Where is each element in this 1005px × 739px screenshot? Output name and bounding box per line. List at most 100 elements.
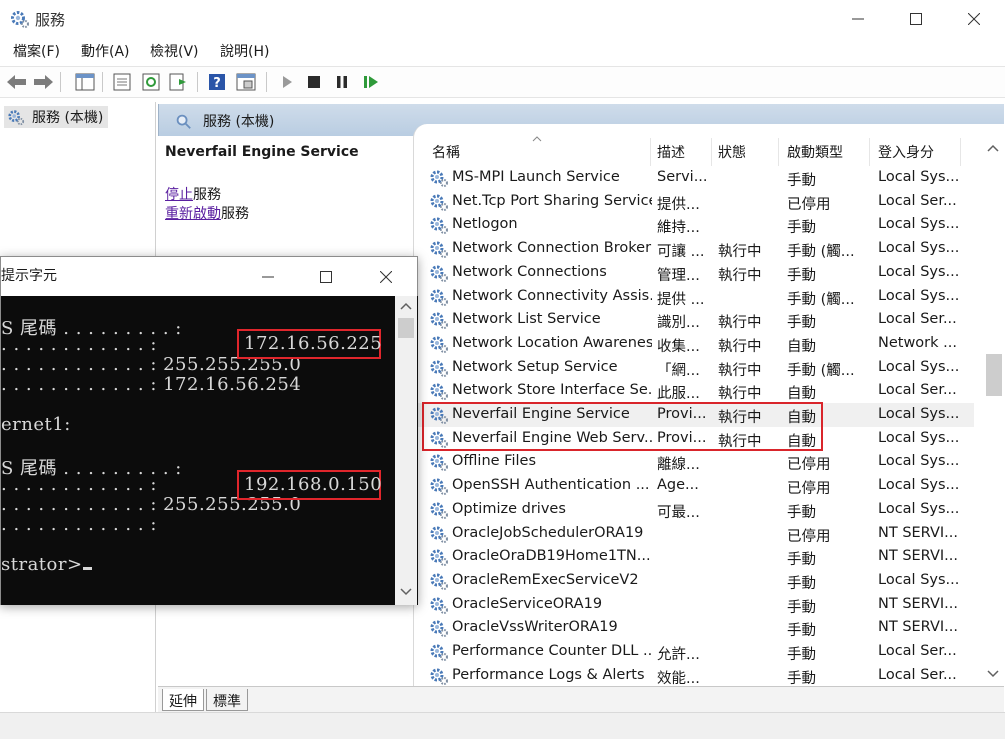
cmd-close-button[interactable]: [363, 257, 409, 296]
pause-service-button[interactable]: [331, 71, 353, 93]
table-row[interactable]: Optimize drives 可最... 手動 Local Sys...: [414, 498, 974, 522]
menu-action[interactable]: 動作(A): [81, 41, 130, 61]
tab-extended[interactable]: 延伸: [162, 689, 204, 711]
table-row[interactable]: Network Connection Broker 可讓 ... 執行中 手動 (觸.…: [414, 237, 974, 261]
table-row[interactable]: Network List Service 識別... 執行中 手動 Local Ser.…: [414, 308, 974, 332]
column-separator[interactable]: [960, 138, 961, 166]
table-row[interactable]: Network Store Interface Se... 此服... 執行中 自動 L…: [414, 379, 974, 403]
cmd-window-title: 提示字元: [1, 268, 57, 284]
table-row[interactable]: OracleVssWriterORA19 手動 NT SERVI...: [414, 616, 974, 640]
service-gear-icon: [430, 289, 448, 306]
cmd-vertical-scrollbar[interactable]: [395, 296, 417, 605]
properties-button[interactable]: [111, 71, 133, 93]
export-button[interactable]: [168, 71, 190, 93]
show-tree-button[interactable]: [74, 71, 96, 93]
scroll-down-icon[interactable]: [987, 670, 999, 678]
column-header-description[interactable]: 描述: [657, 142, 685, 162]
service-log-on-as: Local Sys...: [878, 240, 960, 257]
maximize-icon: [320, 270, 332, 283]
column-separator[interactable]: [650, 138, 651, 166]
resume-service-button[interactable]: [360, 71, 382, 93]
scroll-down-icon[interactable]: [400, 588, 412, 596]
service-startup-type: 手動: [787, 623, 816, 640]
table-row[interactable]: OracleRemExecServiceV2 手動 Local Sys...: [414, 569, 974, 593]
toolbar-separator: [102, 72, 103, 92]
service-description: 管理...: [657, 267, 700, 284]
restart-service-link[interactable]: 重新啟動: [165, 206, 221, 222]
service-description: 識別...: [657, 315, 700, 332]
close-button[interactable]: [951, 0, 997, 38]
maximize-button[interactable]: [893, 0, 939, 38]
stop-service-link[interactable]: 停止: [165, 187, 193, 203]
menu-help[interactable]: 說明(H): [220, 41, 269, 61]
service-startup-type: 手動: [787, 670, 816, 686]
scroll-up-icon[interactable]: [400, 302, 412, 310]
restart-service-suffix: 服務: [221, 206, 249, 222]
table-row[interactable]: Network Connections 管理... 執行中 手動 Local Sys..…: [414, 261, 974, 285]
cmd-minimize-button[interactable]: [245, 257, 291, 296]
stop-service-button[interactable]: [303, 71, 325, 93]
table-row[interactable]: OracleOraDB19Home1TN... 手動 NT SERVI...: [414, 545, 974, 569]
command-prompt-window[interactable]: 提示字元 S 尾碼 . . . . . . . . . : . . . . . …: [0, 256, 418, 605]
service-name: OracleVssWriterORA19: [452, 619, 618, 636]
service-name: Netlogon: [452, 216, 518, 233]
service-log-on-as: NT SERVI...: [878, 548, 958, 565]
service-startup-type: 自動: [787, 338, 816, 355]
column-header-name[interactable]: 名稱: [432, 142, 460, 162]
service-name: Net.Tcp Port Sharing Service: [452, 192, 652, 209]
cmd-scroll-thumb[interactable]: [398, 318, 414, 338]
table-row[interactable]: Network Location Awareness 收集... 執行中 自動 Netw…: [414, 332, 974, 356]
service-startup-type: 手動: [787, 552, 816, 569]
column-header-log-on-as[interactable]: 登入身分: [878, 142, 934, 162]
table-row[interactable]: MS-MPI Launch Service Servi... 手動 Local Sys…: [414, 166, 974, 190]
cmd-console-output[interactable]: S 尾碼 . . . . . . . . . : . . . . . . . .…: [1, 296, 418, 605]
service-description: 可讓 ...: [657, 244, 705, 261]
table-row[interactable]: Net.Tcp Port Sharing Service 提供... 已停用 Loca…: [414, 190, 974, 214]
vertical-scrollbar[interactable]: [982, 136, 1004, 684]
scroll-up-icon[interactable]: [987, 144, 999, 152]
table-row[interactable]: Network Setup Service 「網... 執行中 手動 (觸... Loc…: [414, 356, 974, 380]
service-log-on-as: Local Sys...: [878, 500, 960, 517]
table-row[interactable]: OracleServiceORA19 手動 NT SERVI...: [414, 593, 974, 617]
gear-icon: [11, 11, 29, 28]
start-service-button[interactable]: [276, 71, 298, 93]
service-status: 執行中: [718, 362, 762, 379]
table-row[interactable]: Network Connectivity Assis... 提供 ... 手動 (觸…: [414, 285, 974, 309]
table-row[interactable]: Netlogon 維持... 手動 Local Sys...: [414, 213, 974, 237]
menu-file[interactable]: 檔案(F): [13, 41, 60, 61]
table-row[interactable]: Performance Logs & Alerts 效能... 手動 Local Se…: [414, 664, 974, 686]
service-name: Performance Counter DLL ...: [452, 643, 652, 659]
column-header-startup-type[interactable]: 啟動類型: [787, 142, 843, 162]
service-startup-type: 手動 (觸...: [787, 291, 855, 308]
back-button[interactable]: [6, 71, 28, 93]
service-name: OracleServiceORA19: [452, 595, 603, 612]
service-description: 此服...: [657, 386, 700, 403]
service-gear-icon: [430, 312, 448, 330]
column-separator[interactable]: [778, 138, 779, 166]
refresh-button[interactable]: [140, 71, 162, 93]
table-row[interactable]: Offline Files 離線... 已停用 Local Sys...: [414, 450, 974, 474]
close-icon: [380, 270, 392, 283]
service-gear-icon: [430, 502, 448, 519]
ip-address-1: 172.16.56.225: [244, 333, 383, 354]
service-status: 執行中: [718, 386, 762, 403]
column-separator[interactable]: [869, 138, 870, 166]
table-row[interactable]: OpenSSH Authentication ... Age... 已停用 Local…: [414, 474, 974, 498]
search-gear-icon: [176, 114, 191, 129]
table-row[interactable]: OracleJobSchedulerORA19 已停用 NT SERVI...: [414, 522, 974, 546]
service-gear-icon: [430, 241, 448, 259]
help-button[interactable]: ?: [206, 71, 228, 93]
pause-icon: [337, 76, 347, 88]
column-header-status[interactable]: 狀態: [718, 142, 746, 162]
cmd-maximize-button[interactable]: [303, 257, 349, 296]
view-button[interactable]: [235, 71, 257, 93]
column-separator[interactable]: [711, 138, 712, 166]
menu-view[interactable]: 檢視(V): [150, 41, 199, 61]
table-row[interactable]: Performance Counter DLL ... 允許... 手動 Local …: [414, 640, 974, 664]
forward-button[interactable]: [32, 71, 54, 93]
tree-item-local-services[interactable]: 服務 (本機): [4, 106, 108, 128]
play-icon: [283, 76, 292, 88]
minimize-button[interactable]: [835, 0, 881, 38]
scroll-thumb[interactable]: [986, 354, 1002, 396]
tab-standard[interactable]: 標準: [206, 689, 248, 711]
